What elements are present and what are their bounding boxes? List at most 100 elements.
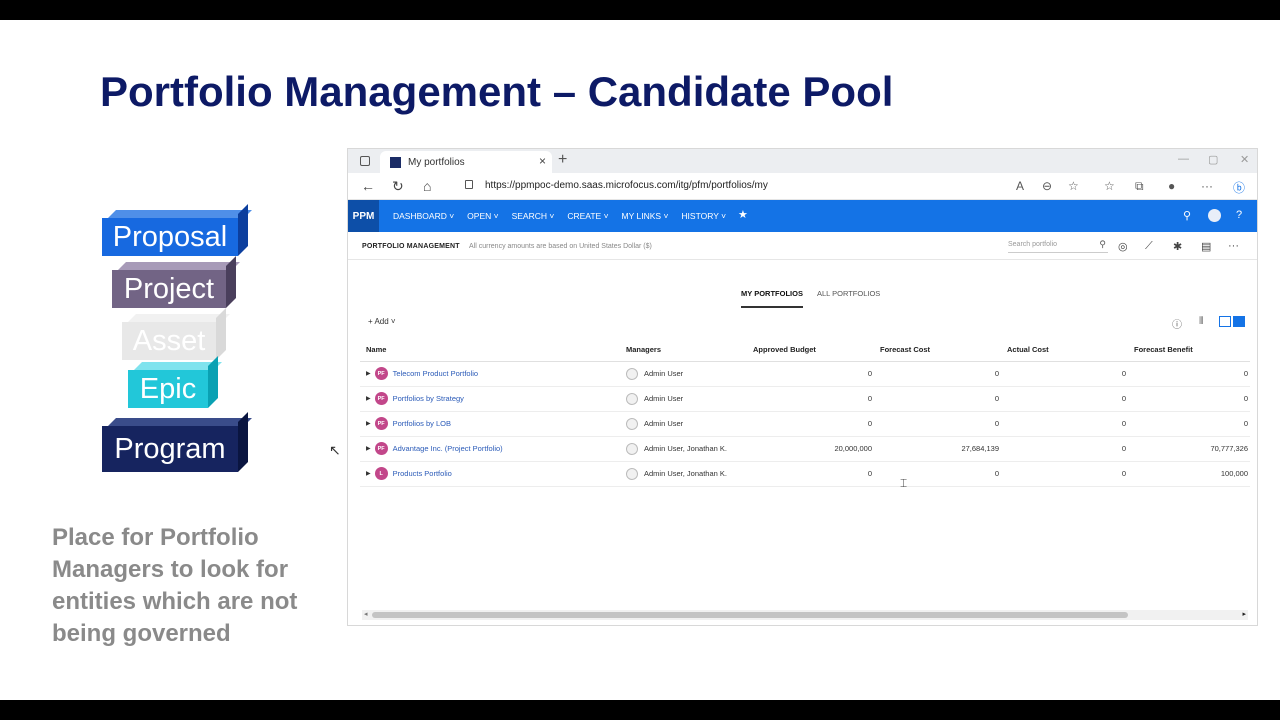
url-field[interactable]: https://ppmpoc-demo.saas.microfocus.com/…: [485, 180, 768, 191]
target-icon[interactable]: ◎: [1118, 240, 1128, 253]
forecast-cost: 0: [874, 461, 1001, 487]
horizontal-scrollbar[interactable]: ◂ ▸: [362, 610, 1248, 620]
col-approved-budget[interactable]: Approved Budget: [747, 339, 874, 362]
tab-my-portfolios[interactable]: MY PORTFOLIOS: [741, 289, 803, 308]
tab-all-portfolios[interactable]: ALL PORTFOLIOS: [817, 289, 880, 308]
minimize-icon[interactable]: —: [1178, 153, 1189, 165]
table-row[interactable]: ▶ L Products Portfolio Admin User, Jonatha…: [360, 461, 1250, 487]
scrollbar-thumb[interactable]: [372, 612, 1128, 618]
portfolio-badge: PF: [374, 392, 388, 405]
report-icon[interactable]: ▤: [1201, 240, 1211, 253]
table-header-row: Name Managers Approved Budget Forecast C…: [360, 339, 1250, 362]
portfolio-link[interactable]: Portfolios by LOB: [393, 419, 451, 428]
portfolio-badge: PF: [374, 367, 388, 380]
address-bar: ← ↻ ⌂ https://ppmpoc-demo.saas.microfocu…: [348, 173, 1257, 200]
portfolio-badge: PF: [374, 417, 388, 430]
search-portfolio-input[interactable]: Search portfolio ⚲: [1008, 239, 1108, 253]
forecast-cost: 0: [874, 386, 1001, 412]
new-tab-icon[interactable]: +: [558, 151, 567, 169]
currency-note: All currency amounts are based on United…: [469, 243, 652, 250]
portfolio-table: Name Managers Approved Budget Forecast C…: [360, 339, 1250, 487]
more-icon[interactable]: ···: [1201, 179, 1213, 193]
ppm-logo[interactable]: PPM: [348, 200, 379, 232]
menu-my-links[interactable]: MY LINKS ˅: [622, 211, 669, 221]
close-window-icon[interactable]: ✕: [1240, 153, 1249, 166]
approved-budget: 0: [747, 461, 874, 487]
browser-window: My portfolios × + — ▢ ✕ ← ↻ ⌂ https://pp…: [347, 148, 1258, 626]
actual-cost: 0: [1001, 461, 1128, 487]
favorite-icon[interactable]: ☆: [1068, 179, 1079, 193]
lock-icon: [465, 180, 473, 189]
user-icon: [626, 392, 638, 405]
forecast-cost: 0: [874, 411, 1001, 437]
col-managers[interactable]: Managers: [620, 339, 747, 362]
approved-budget: 0: [747, 386, 874, 412]
favicon-icon: [390, 156, 401, 168]
col-forecast-benefit[interactable]: Forecast Benefit: [1128, 339, 1250, 362]
columns-icon[interactable]: ⦀: [1199, 316, 1203, 327]
read-aloud-icon[interactable]: A: [1016, 179, 1024, 193]
home-icon[interactable]: ⌂: [423, 178, 431, 194]
expand-icon[interactable]: ▶: [366, 445, 371, 452]
portfolio-link[interactable]: Portfolios by Strategy: [393, 394, 464, 403]
presentation-slide: Portfolio Management – Candidate Pool Pr…: [0, 20, 1280, 700]
search-icon[interactable]: ⚲: [1183, 209, 1191, 222]
actual-cost: 0: [1001, 386, 1128, 412]
scroll-right-icon[interactable]: ▸: [1242, 610, 1246, 618]
table-row[interactable]: ▶ PF Portfolios by LOB Admin User 0 0 0 0: [360, 411, 1250, 437]
expand-icon[interactable]: ▶: [366, 395, 371, 402]
favorites-star-icon[interactable]: ★: [738, 208, 748, 221]
menu-create[interactable]: CREATE ˅: [567, 211, 608, 221]
chart-icon[interactable]: ⟋: [1145, 240, 1153, 253]
expand-icon[interactable]: ▶: [366, 470, 371, 477]
grid-view-icon[interactable]: [1219, 316, 1231, 327]
zoom-icon[interactable]: ⊖: [1042, 179, 1052, 193]
refresh-icon[interactable]: ↻: [392, 178, 404, 195]
portfolio-link[interactable]: Advantage Inc. (Project Portfolio): [393, 444, 503, 453]
col-forecast-cost[interactable]: Forecast Cost: [874, 339, 1001, 362]
forecast-benefit: 0: [1128, 361, 1250, 387]
favorites-icon[interactable]: ☆: [1104, 179, 1115, 193]
user-avatar[interactable]: [1208, 209, 1221, 222]
info-icon[interactable]: ⓘ: [1172, 316, 1182, 331]
close-tab-icon[interactable]: ×: [539, 154, 546, 168]
table-row[interactable]: ▶ PF Telecom Product Portfolio Admin User …: [360, 361, 1250, 387]
block-asset: Asset: [122, 308, 230, 360]
list-view-icon[interactable]: [1233, 316, 1245, 327]
block-program: Program: [102, 412, 252, 472]
menu-dashboard[interactable]: DASHBOARD ˅: [393, 211, 454, 221]
search-portfolio-icon[interactable]: ⚲: [1099, 239, 1106, 250]
portfolio-tabs: MY PORTFOLIOS ALL PORTFOLIOS: [741, 289, 880, 308]
maximize-icon[interactable]: ▢: [1208, 153, 1218, 166]
entity-block-stack: Proposal Project Asset Epic Program: [100, 204, 260, 480]
portfolio-link[interactable]: Telecom Product Portfolio: [393, 369, 478, 378]
portfolio-link[interactable]: Products Portfolio: [393, 469, 452, 478]
browser-tab[interactable]: My portfolios ×: [380, 151, 552, 173]
table-row[interactable]: ▶ PF Advantage Inc. (Project Portfolio) Ad…: [360, 436, 1250, 462]
forecast-cost: 27,684,139: [874, 436, 1001, 462]
table-row[interactable]: ▶ PF Portfolios by Strategy Admin User 0 0…: [360, 386, 1250, 412]
managers: Admin User: [644, 394, 684, 403]
bing-icon[interactable]: ⓑ: [1233, 179, 1245, 196]
menu-history[interactable]: HISTORY ˅: [681, 211, 726, 221]
add-button[interactable]: + Add ˅: [368, 317, 396, 326]
menu-search[interactable]: SEARCH ˅: [512, 211, 555, 221]
help-icon[interactable]: ?: [1236, 209, 1242, 221]
scroll-left-icon[interactable]: ◂: [364, 610, 368, 618]
expand-icon[interactable]: ▶: [366, 420, 371, 427]
slide-description: Place for Portfolio Managers to look for…: [52, 524, 298, 647]
col-name[interactable]: Name: [360, 339, 620, 362]
page-title: PORTFOLIO MANAGEMENT: [362, 243, 460, 250]
collections-icon[interactable]: ⧉: [1135, 179, 1144, 194]
col-actual-cost[interactable]: Actual Cost: [1001, 339, 1128, 362]
expand-icon[interactable]: ▶: [366, 370, 371, 377]
back-icon[interactable]: ←: [361, 178, 375, 194]
block-proposal: Proposal: [102, 204, 252, 256]
settings-icon[interactable]: ✱: [1173, 240, 1182, 253]
page-header: PORTFOLIO MANAGEMENT All currency amount…: [348, 232, 1257, 260]
more-actions-icon[interactable]: ···: [1228, 240, 1239, 252]
tab-actions-icon[interactable]: [360, 156, 370, 166]
menu-open[interactable]: OPEN ˅: [467, 211, 498, 221]
main-menu: DASHBOARD ˅ OPEN ˅ SEARCH ˅ CREATE ˅ MY …: [393, 211, 726, 221]
profile-icon[interactable]: ●: [1168, 179, 1175, 193]
